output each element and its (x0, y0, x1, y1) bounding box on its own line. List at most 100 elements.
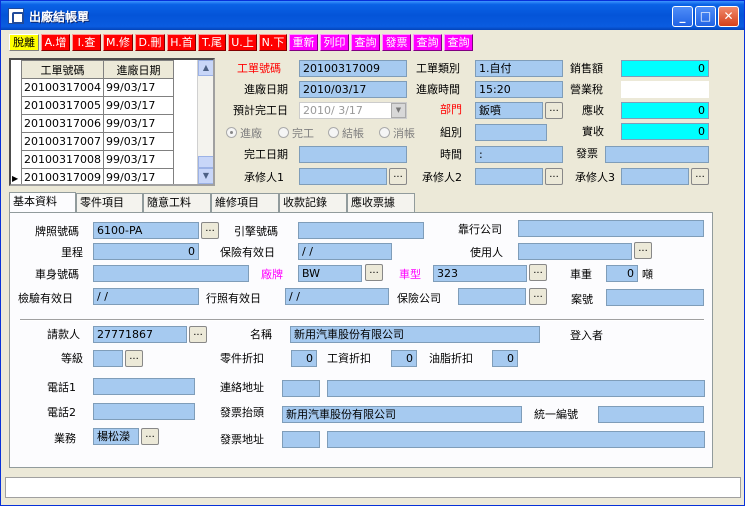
prev-button[interactable]: U.上 (228, 34, 257, 51)
handler1-lookup-button[interactable]: ... (389, 168, 407, 185)
last-button[interactable]: T.尾 (198, 34, 226, 51)
tab-basic[interactable]: 基本資料 (9, 192, 76, 213)
handler2-lookup-button[interactable]: ... (545, 168, 563, 185)
chassis-field[interactable] (93, 265, 249, 282)
maximize-button[interactable]: □ (695, 6, 716, 27)
close-button[interactable]: ✕ (718, 6, 739, 27)
minimize-button[interactable]: _ (672, 6, 693, 27)
chevron-down-icon[interactable]: ▼ (391, 103, 406, 118)
scroll-thumb[interactable] (198, 156, 213, 168)
tab-notes[interactable]: 應收票據 (347, 193, 415, 212)
oil-discount-field[interactable]: 0 (492, 350, 518, 367)
receivable-field[interactable]: 0 (621, 102, 709, 119)
case-no-field[interactable] (606, 289, 704, 306)
scroll-up-icon[interactable]: ▲ (198, 60, 213, 76)
column-header-order[interactable]: 工單號碼 (21, 60, 104, 79)
plate-lookup-button[interactable]: ... (201, 222, 219, 239)
model-lookup-button[interactable]: ... (529, 264, 547, 281)
work-type-field[interactable]: 1.自付 (475, 60, 563, 77)
tab-payments[interactable]: 收款記錄 (279, 193, 347, 212)
entry-date-field[interactable]: 2010/03/17 (299, 81, 407, 98)
address-field[interactable] (327, 380, 705, 397)
table-row[interactable]: 20100317005 99/03/17 (21, 96, 174, 115)
mileage-field[interactable]: 0 (93, 243, 199, 260)
query-button-1[interactable]: 查詢 (351, 34, 380, 51)
first-button[interactable]: H.首 (167, 34, 196, 51)
handler3-lookup-button[interactable]: ... (691, 168, 709, 185)
payer-field[interactable]: 27771867 (93, 326, 187, 343)
table-row[interactable]: 20100317004 99/03/17 (21, 78, 174, 97)
handler2-field[interactable] (475, 168, 543, 185)
invoice-title-field[interactable]: 新用汽車股份有限公司 (282, 406, 522, 423)
time-field[interactable]: : (475, 146, 563, 163)
table-row[interactable]: 20100317008 99/03/17 (21, 150, 174, 169)
tab-parts[interactable]: 零件項目 (76, 193, 143, 212)
engine-field[interactable] (298, 222, 424, 239)
table-row[interactable]: 20100317006 99/03/17 (21, 114, 174, 133)
insurance-date-field[interactable]: / / (298, 243, 392, 260)
user-lookup-button[interactable]: ... (634, 242, 652, 259)
status-radio-settled[interactable] (328, 127, 339, 138)
scroll-down-icon[interactable]: ▼ (198, 168, 213, 184)
query-button-3[interactable]: 查詢 (444, 34, 473, 51)
next-button[interactable]: N.下 (259, 34, 287, 51)
column-header-date[interactable]: 進廠日期 (102, 60, 174, 79)
dept-lookup-button[interactable]: ... (545, 102, 563, 119)
tax-id-field[interactable] (598, 406, 704, 423)
tax-field[interactable] (621, 81, 709, 98)
received-field[interactable]: 0 (621, 123, 709, 140)
brand-lookup-button[interactable]: ... (365, 264, 383, 281)
tab-repair[interactable]: 維修項目 (211, 193, 279, 212)
modify-button[interactable]: M.修 (103, 34, 133, 51)
print-button[interactable]: 列印 (320, 34, 349, 51)
handler3-field[interactable] (621, 168, 689, 185)
inquire-button[interactable]: I.查 (72, 34, 101, 51)
status-radio-done[interactable] (278, 127, 289, 138)
payer-lookup-button[interactable]: ... (189, 326, 207, 343)
invoice-field[interactable] (605, 146, 709, 163)
table-row-selected[interactable]: 20100317009 99/03/17 (21, 168, 174, 184)
refresh-button[interactable]: 重新 (289, 34, 318, 51)
entry-time-field[interactable]: 15:20 (475, 81, 563, 98)
dept-field[interactable]: 鈑噴 (475, 102, 543, 119)
invoice-button[interactable]: 發票 (382, 34, 411, 51)
invoice-address-field[interactable] (327, 431, 705, 448)
insurer-field[interactable] (458, 288, 526, 305)
delete-button[interactable]: D.刪 (135, 34, 165, 51)
tab-misc[interactable]: 隨意工料 (143, 193, 211, 212)
list-scrollbar[interactable]: ▲ ▼ (197, 60, 213, 184)
sales-lookup-button[interactable]: ... (141, 428, 159, 445)
title-bar[interactable]: 出廠結帳單 _ □ ✕ (1, 1, 744, 30)
affiliate-field[interactable] (518, 220, 704, 237)
model-field[interactable]: 323 (433, 265, 527, 282)
query-button-2[interactable]: 查詢 (413, 34, 442, 51)
weight-field[interactable]: 0 (606, 265, 638, 282)
plate-field[interactable]: 6100-PA (93, 222, 199, 239)
work-order-list[interactable]: 工單號碼 進廠日期 20100317004 99/03/17 2010031700… (9, 58, 215, 186)
sales-field[interactable]: 楊松濚 (93, 428, 139, 445)
user-field[interactable] (518, 243, 632, 260)
license-date-field[interactable]: / / (285, 288, 389, 305)
status-radio-entry[interactable] (226, 127, 237, 138)
invoice-address-code-field[interactable] (282, 431, 320, 448)
phone1-field[interactable] (93, 378, 195, 395)
phone2-field[interactable] (93, 403, 195, 420)
add-button[interactable]: A.增 (41, 34, 70, 51)
exit-button[interactable]: 脫離 (9, 34, 39, 51)
sales-amount-field[interactable]: 0 (621, 60, 709, 77)
work-order-field[interactable]: 20100317009 (299, 60, 407, 77)
group-field[interactable] (475, 124, 547, 141)
status-radio-cancelled[interactable] (379, 127, 390, 138)
handler1-field[interactable] (299, 168, 387, 185)
inspect-date-field[interactable]: / / (93, 288, 199, 305)
parts-discount-field[interactable]: 0 (291, 350, 317, 367)
labor-discount-field[interactable]: 0 (391, 350, 417, 367)
table-row[interactable]: 20100317007 99/03/17 (21, 132, 174, 151)
name-field[interactable]: 新用汽車股份有限公司 (290, 326, 540, 343)
insurer-lookup-button[interactable]: ... (529, 288, 547, 305)
brand-field[interactable]: BW (298, 265, 362, 282)
address-code-field[interactable] (282, 380, 320, 397)
level-field[interactable] (93, 350, 123, 367)
level-lookup-button[interactable]: ... (125, 350, 143, 367)
done-date-field[interactable] (299, 146, 407, 163)
